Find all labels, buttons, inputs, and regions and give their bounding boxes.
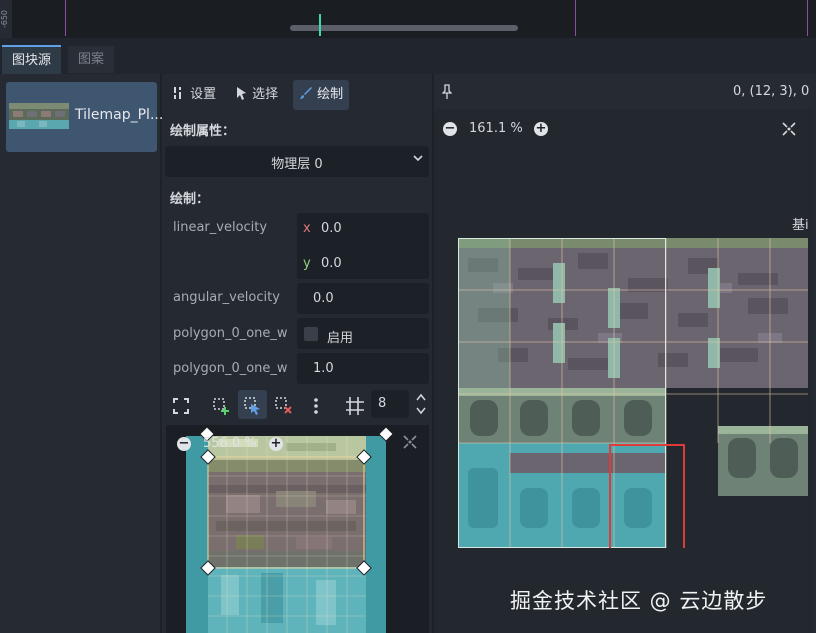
viewport-strip: -650 [0,0,816,38]
x-axis-label: x [303,221,311,236]
zoom-in-icon[interactable]: + [534,122,548,136]
remove-point-icon[interactable] [273,395,295,417]
property-label-angular-velocity: angular_velocity [173,290,280,305]
snap-steps-input[interactable] [371,390,409,418]
zoom-out-icon[interactable]: − [443,122,457,136]
linear-velocity-y-input[interactable]: 0.0 [321,256,342,271]
y-axis-label: y [303,256,311,271]
source-label: Tilemap_Pl... [75,107,164,123]
pin-icon[interactable] [442,84,452,100]
vertical-ruler: -650 [0,0,12,38]
ruler-label: -650 [0,10,9,29]
one-way-checkbox[interactable] [304,327,318,341]
select-button[interactable]: 选择 [230,80,284,110]
tileset-image [458,238,808,548]
brush-icon [300,87,312,99]
cursor-icon [237,87,246,100]
property-label-linear-velocity: linear_velocity [173,220,268,235]
paint-label: 绘制 [317,87,344,102]
atlas-zoom-level: 161.1 % [469,121,523,136]
tab-bar [0,38,816,74]
tileset-thumbnail-icon [9,103,69,129]
settings-label: 设置 [190,87,217,102]
linear-velocity-field [297,213,429,279]
grid-snap-icon[interactable] [344,395,366,417]
horizontal-scrollbar[interactable] [290,25,518,31]
checkbox-label: 启用 [327,331,354,346]
guide-line [65,0,66,36]
angular-velocity-value: 0.0 [313,291,334,306]
property-label-one-way-margin: polygon_0_one_w [173,361,288,376]
settings-button[interactable]: 设置 [166,80,222,110]
atlas-base-label: 基i [792,218,809,233]
tab-tile-sources[interactable]: 图块源 [2,45,62,74]
tile-coordinates: 0, (12, 3), 0 [733,84,810,99]
more-options-icon[interactable] [305,395,327,417]
linear-velocity-x-input[interactable]: 0.0 [321,221,342,236]
watermark-text: 掘金技术社区 @ 云边散步 [510,589,768,613]
paint-properties-title: 绘制属性： [170,124,236,139]
add-point-icon[interactable] [210,395,232,417]
paint-button[interactable]: 绘制 [293,80,350,110]
source-list-panel [0,74,160,633]
expand-icon[interactable] [170,395,192,417]
snap-steps-value: 8 [378,396,387,411]
tileset-atlas[interactable] [458,238,808,548]
polygon-editor[interactable] [166,425,429,633]
zoom-in-icon[interactable]: + [269,437,283,451]
stepper-arrows-icon[interactable] [414,390,428,418]
polygon-editor-canvas [186,426,394,633]
property-label-one-way: polygon_0_one_w [173,326,288,341]
select-label: 选择 [252,87,279,102]
guide-line [807,0,808,36]
zoom-out-icon[interactable]: − [177,437,191,451]
one-way-margin-value: 1.0 [313,361,334,376]
center-view-icon[interactable] [781,121,797,137]
center-view-icon[interactable] [402,434,418,450]
wrench-icon [174,87,181,99]
editor-zoom-level: 556.0 % [203,436,257,451]
origin-marker-icon [319,14,321,36]
chevron-down-icon [413,155,423,162]
paint-title: 绘制： [170,192,210,207]
dropdown-selected-value: 物理层 0 [271,157,323,172]
edit-point-icon[interactable] [242,395,264,417]
guide-line [575,0,576,36]
tab-patterns[interactable]: 图案 [68,46,115,73]
